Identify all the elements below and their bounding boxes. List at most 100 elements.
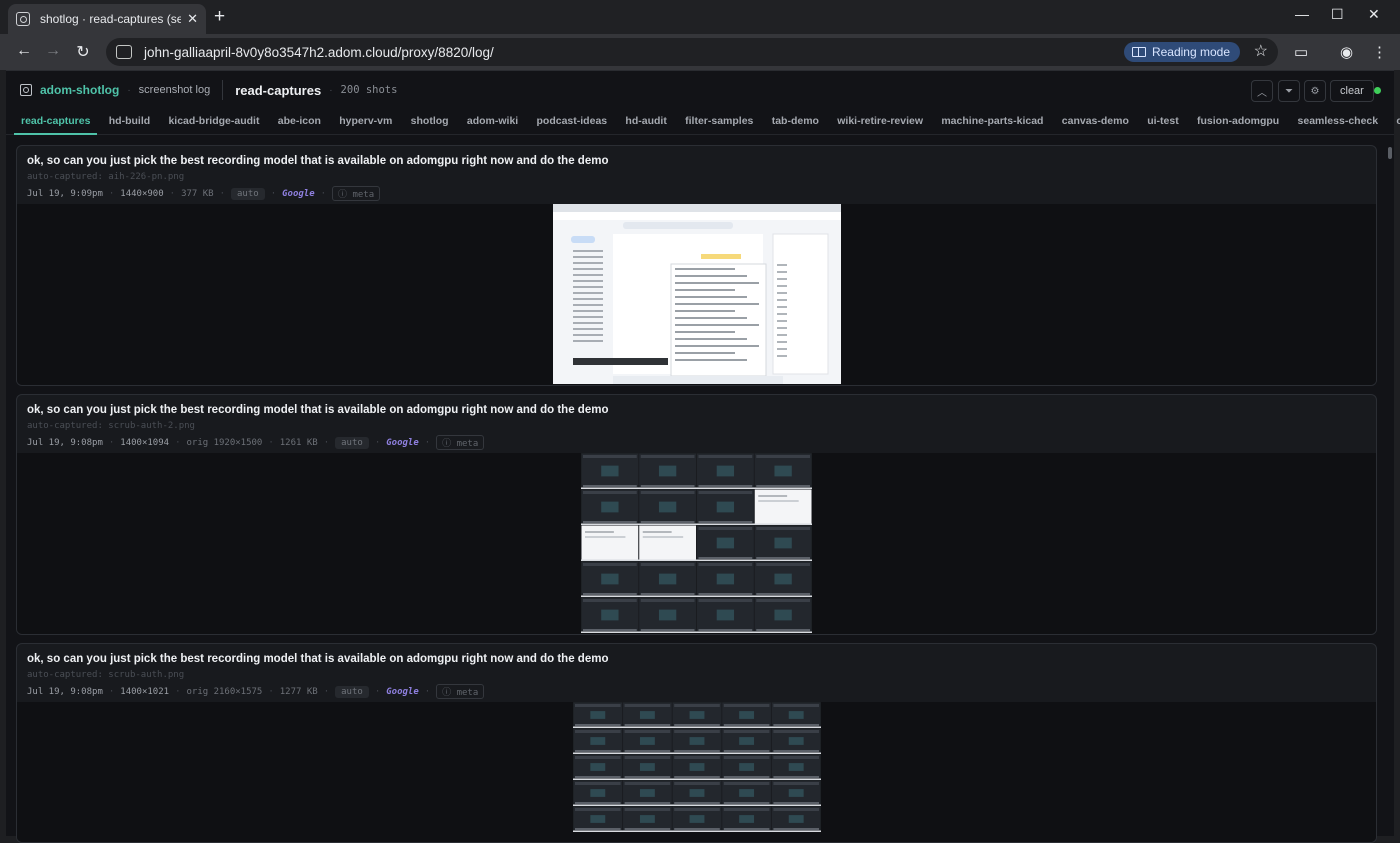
source-label[interactable]: Google (282, 189, 315, 199)
shot-filename: auto-captured: aih-226-pn.png (27, 172, 185, 182)
tab-chase-connect[interactable]: chase-connect (1389, 109, 1400, 135)
scrollbar-thumb[interactable] (1388, 147, 1392, 159)
screenshot-area (17, 204, 1376, 385)
profile-icon[interactable]: ◉ (1340, 43, 1353, 61)
shot-card[interactable]: ok, so can you just pick the best record… (16, 145, 1377, 386)
separator-dot: · (175, 437, 181, 448)
screenshot-thumbnail[interactable] (573, 702, 821, 832)
reading-mode-button[interactable]: Reading mode (1123, 42, 1240, 62)
tab-hd-audit[interactable]: hd-audit (618, 109, 673, 135)
shot-original-dimensions: orig 2160×1575 (186, 686, 263, 697)
shot-card-header: ok, so can you just pick the best record… (17, 644, 1376, 702)
shot-size: 1261 KB (279, 437, 318, 448)
shot-card-header: ok, so can you just pick the best record… (17, 146, 1376, 204)
tab-wiki-retire-review[interactable]: wiki-retire-review (830, 109, 930, 135)
separator-dot: · (329, 84, 333, 96)
shot-count: 200 shots (340, 84, 398, 96)
site-info-icon[interactable] (116, 45, 132, 59)
separator-dot: · (268, 686, 274, 697)
divider (222, 80, 224, 100)
back-icon[interactable]: ← (14, 42, 34, 60)
auto-badge: auto (231, 187, 265, 200)
tab-machine-parts-kicad[interactable]: machine-parts-kicad (934, 109, 1050, 135)
shot-meta-row: Jul 19, 9:09pm · 1440×900 · 377 KB · auto · Goog… (27, 186, 1366, 201)
separator-dot: · (219, 188, 225, 199)
reading-mode-label: Reading mode (1151, 45, 1230, 59)
separator-dot: · (374, 686, 381, 697)
tab-podcast-ideas[interactable]: podcast-ideas (530, 109, 615, 135)
shot-time: Jul 19, 9:09pm (27, 188, 103, 199)
separator-dot: · (374, 437, 381, 448)
tab-hyperv-vm[interactable]: hyperv-vm (332, 109, 399, 135)
forward-icon[interactable]: → (43, 42, 63, 60)
collapse-up-icon[interactable]: ︿ (1251, 80, 1273, 102)
minimize-icon[interactable]: — (1295, 6, 1309, 22)
separator-dot: · (270, 188, 277, 199)
maximize-icon[interactable]: ☐ (1331, 6, 1344, 23)
tab-read-captures[interactable]: read-captures (14, 109, 98, 135)
shot-dimensions: 1400×1094 (120, 437, 170, 448)
brand-name[interactable]: adom-shotlog (40, 83, 119, 97)
shot-meta-row: Jul 19, 9:08pm · 1400×1021 · orig 2160×1575 ·… (27, 684, 1366, 699)
separator-dot: · (169, 188, 176, 199)
shot-card[interactable]: ok, so can you just pick the best record… (16, 643, 1377, 843)
window-close-icon[interactable]: ✕ (1368, 6, 1380, 23)
scrollbar[interactable] (1388, 145, 1392, 835)
browser-tab-title: shotlog · read-captures (session (40, 12, 182, 26)
separator-dot: · (323, 686, 330, 697)
meta-label: meta (456, 688, 479, 698)
shot-prompt: ok, so can you just pick the best record… (27, 653, 609, 665)
url-text[interactable]: john-galliaapril-8v0y8o3547h2.adom.cloud… (144, 45, 494, 60)
screenshot-thumbnail[interactable] (553, 204, 841, 384)
shotlog-favicon-icon (16, 12, 30, 26)
separator-dot: · (424, 437, 431, 448)
meta-label: meta (456, 439, 479, 449)
tab-kicad-bridge-audit[interactable]: kicad-bridge-audit (161, 109, 266, 135)
shot-card[interactable]: ok, so can you just pick the best record… (16, 394, 1377, 635)
shot-card-header: ok, so can you just pick the best record… (17, 395, 1376, 453)
tab-shotlog[interactable]: shotlog (404, 109, 456, 135)
browser-tab[interactable]: shotlog · read-captures (session ✕ (8, 4, 206, 34)
tab-tab-demo[interactable]: tab-demo (765, 109, 826, 135)
current-session-title: read-captures (235, 82, 322, 98)
meta-button[interactable]: ⓘ meta (436, 684, 485, 699)
cast-icon[interactable]: ▭ (1294, 43, 1308, 61)
app-header: adom-shotlog · screenshot log read-captu… (6, 71, 1394, 109)
screenshot-area (17, 702, 1376, 842)
tab-canvas-demo[interactable]: canvas-demo (1055, 109, 1136, 135)
tab-fusion-adomgpu[interactable]: fusion-adomgpu (1190, 109, 1286, 135)
tab-seamless-check[interactable]: seamless-check (1291, 109, 1386, 135)
separator-dot: · (127, 84, 131, 96)
shot-size: 1277 KB (279, 686, 318, 697)
shot-time: Jul 19, 9:08pm (27, 437, 103, 448)
new-tab-icon[interactable]: + (214, 6, 225, 28)
tab-adom-wiki[interactable]: adom-wiki (460, 109, 525, 135)
menu-icon[interactable]: ⋮ (1372, 43, 1387, 61)
info-icon: ⓘ (338, 190, 353, 200)
auto-badge: auto (335, 436, 369, 449)
shot-meta-row: Jul 19, 9:08pm · 1400×1094 · orig 1920×1500 ·… (27, 435, 1366, 450)
meta-label: meta (352, 190, 375, 200)
clear-button[interactable]: clear (1330, 80, 1374, 102)
shotlog-app: adom-shotlog · screenshot log read-captu… (6, 70, 1400, 843)
tab-ui-test[interactable]: ui-test (1140, 109, 1186, 135)
source-label[interactable]: Google (386, 687, 419, 697)
tab-hd-build[interactable]: hd-build (102, 109, 157, 135)
bookmark-star-icon[interactable]: ☆ (1254, 41, 1268, 61)
address-bar[interactable]: john-galliaapril-8v0y8o3547h2.adom.cloud… (106, 38, 1278, 66)
screenshot-thumbnail[interactable] (581, 453, 812, 633)
source-label[interactable]: Google (386, 438, 419, 448)
tab-filter-samples[interactable]: filter-samples (678, 109, 760, 135)
info-icon: ⓘ (442, 688, 457, 698)
close-tab-icon[interactable]: ✕ (187, 11, 198, 27)
tab-abe-icon[interactable]: abe-icon (271, 109, 328, 135)
meta-button[interactable]: ⓘ meta (436, 435, 485, 450)
separator-dot: · (108, 686, 115, 697)
app-subtitle: screenshot log (138, 84, 211, 96)
filter-icon[interactable]: ⏷ (1278, 80, 1300, 102)
reload-icon[interactable]: ↻ (73, 42, 93, 62)
settings-gear-icon[interactable]: ⚙ (1304, 80, 1326, 102)
meta-button[interactable]: ⓘ meta (332, 186, 381, 201)
separator-dot: · (424, 686, 431, 697)
browser-tabstrip: shotlog · read-captures (session ✕ + — ☐… (0, 0, 1400, 34)
